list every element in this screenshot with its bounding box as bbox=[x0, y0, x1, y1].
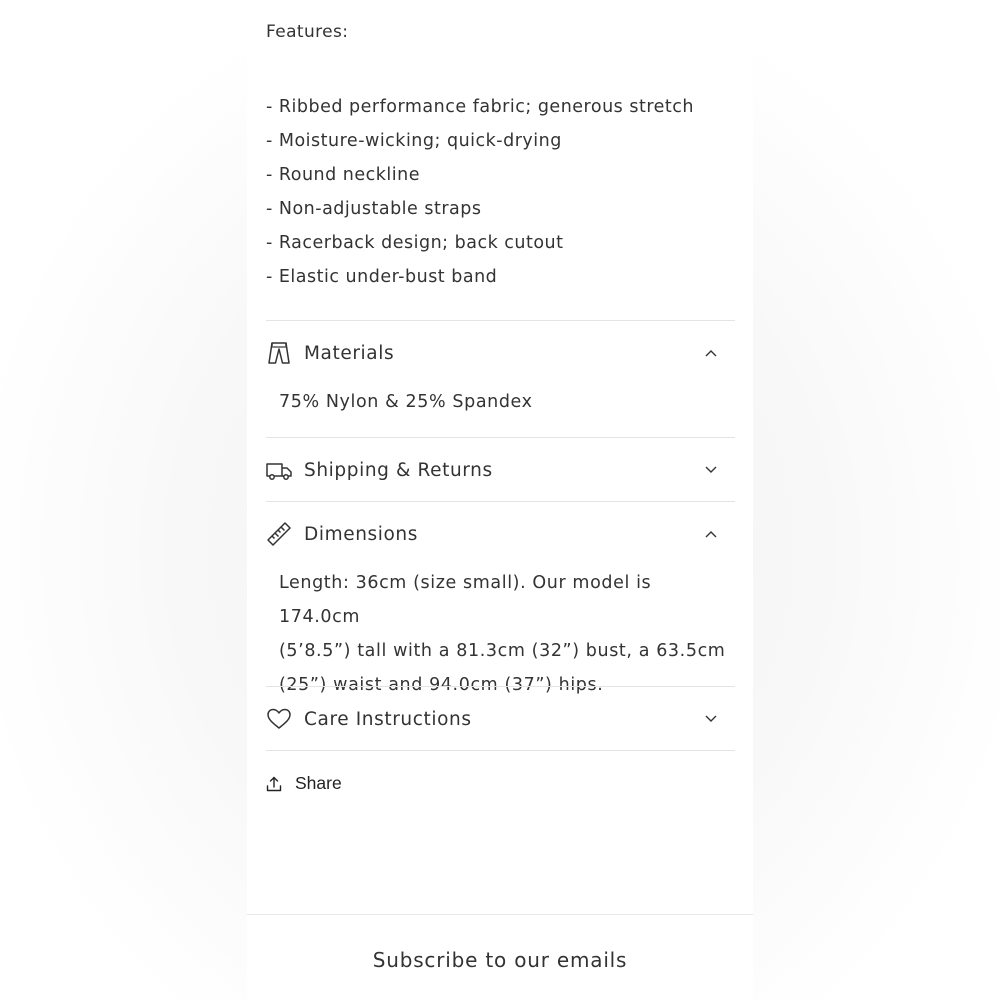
accordion-care-instructions[interactable]: Care Instructions bbox=[266, 704, 735, 734]
ruler-icon bbox=[266, 521, 292, 547]
truck-icon bbox=[266, 457, 292, 483]
dimensions-line: Length: 36cm (size small). Our model is … bbox=[279, 573, 652, 627]
divider bbox=[266, 501, 735, 502]
accordion-dimensions[interactable]: Dimensions bbox=[266, 519, 735, 549]
accordion-title: Materials bbox=[304, 342, 395, 364]
accordion-title: Care Instructions bbox=[304, 708, 472, 730]
divider bbox=[266, 750, 735, 751]
accordion-content: 75% Nylon & 25% Spandex bbox=[279, 392, 533, 412]
accordion-content: Length: 36cm (size small). Our model is … bbox=[279, 566, 729, 702]
product-details-panel: Features: - Ribbed performance fabric; g… bbox=[247, 0, 753, 1000]
divider bbox=[266, 320, 735, 321]
feature-item: - Elastic under-bust band bbox=[266, 267, 498, 287]
features-list: - Ribbed performance fabric; generous st… bbox=[266, 90, 694, 294]
dimensions-line: (25”) waist and 94.0cm (37”) hips. bbox=[279, 675, 604, 695]
feature-item: - Racerback design; back cutout bbox=[266, 233, 564, 253]
subscribe-heading: Subscribe to our emails bbox=[372, 948, 628, 972]
feature-item: - Round neckline bbox=[266, 165, 421, 185]
footer-divider bbox=[247, 914, 753, 915]
chevron-up-icon bbox=[704, 527, 718, 541]
share-button[interactable]: Share bbox=[266, 773, 342, 794]
chevron-down-icon bbox=[704, 712, 718, 726]
accordion-title: Dimensions bbox=[304, 523, 418, 545]
divider bbox=[266, 437, 735, 438]
share-label: Share bbox=[295, 773, 342, 793]
feature-item: - Non-adjustable straps bbox=[266, 199, 482, 219]
accordion-materials[interactable]: Materials bbox=[266, 338, 735, 368]
divider bbox=[266, 686, 735, 687]
accordion-title: Shipping & Returns bbox=[304, 459, 493, 481]
chevron-down-icon bbox=[704, 463, 718, 477]
feature-item: - Ribbed performance fabric; generous st… bbox=[266, 97, 694, 117]
dimensions-line: (5’8.5”) tall with a 81.3cm (32”) bust, … bbox=[279, 641, 726, 661]
pants-icon bbox=[266, 340, 292, 366]
chevron-up-icon bbox=[704, 346, 718, 360]
share-icon bbox=[266, 776, 282, 791]
features-heading: Features: bbox=[266, 22, 349, 42]
accordion-shipping-returns[interactable]: Shipping & Returns bbox=[266, 455, 735, 485]
feature-item: - Moisture-wicking; quick-drying bbox=[266, 131, 562, 151]
heart-icon bbox=[266, 706, 292, 732]
